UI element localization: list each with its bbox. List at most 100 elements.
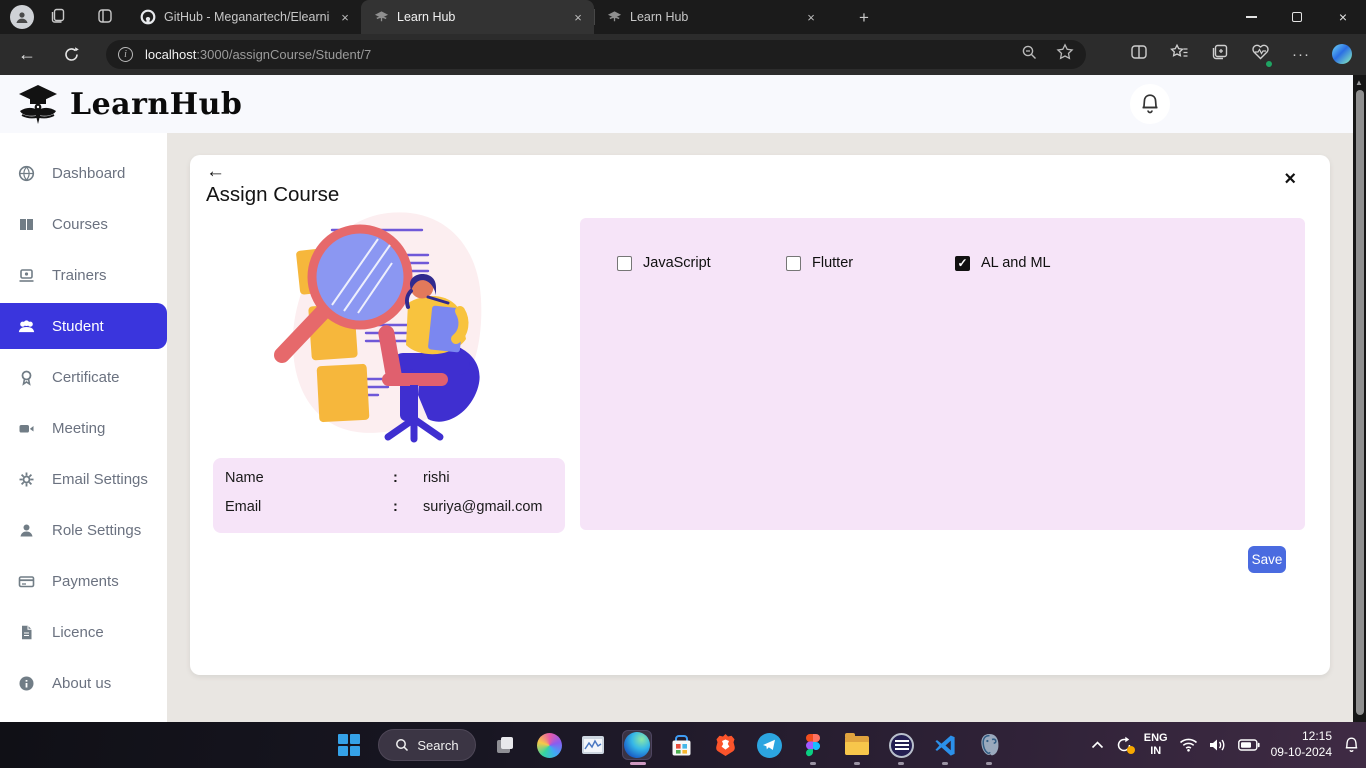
course-label: JavaScript: [643, 255, 711, 271]
taskbar-search[interactable]: Search: [378, 729, 476, 761]
github-icon: [140, 9, 156, 25]
postgresql-taskbar-button[interactable]: [974, 730, 1004, 760]
copilot-icon[interactable]: [1332, 44, 1352, 64]
scrollbar-thumb[interactable]: [1356, 90, 1364, 715]
tray-time: 12:15: [1271, 729, 1332, 745]
back-arrow-icon[interactable]: ←: [206, 161, 225, 183]
tray-chevron-up-icon[interactable]: [1091, 741, 1104, 749]
course-option-flutter[interactable]: Flutter: [786, 255, 853, 271]
sidebar-item-trainers[interactable]: Trainers: [0, 252, 167, 298]
sidebar-item-courses[interactable]: Courses: [0, 201, 167, 247]
bell-icon: [1138, 92, 1162, 116]
workspaces-icon[interactable]: [50, 7, 68, 25]
refresh-icon[interactable]: [56, 39, 86, 69]
telegram-icon: [757, 733, 782, 758]
course-option-al-and-ml[interactable]: AL and ML: [955, 255, 1051, 271]
checkbox-javascript[interactable]: [617, 256, 632, 271]
eclipse-taskbar-button[interactable]: [886, 730, 916, 760]
tab-github[interactable]: GitHub - Meganartech/Elearning_ ×: [128, 0, 361, 34]
update-alert-dot: [1127, 746, 1135, 754]
certificate-icon: [18, 369, 35, 386]
close-icon[interactable]: ×: [1284, 169, 1296, 189]
tab-close-icon[interactable]: ×: [337, 9, 353, 25]
sidebar-item-about-us[interactable]: About us: [0, 660, 167, 706]
split-screen-icon[interactable]: [1130, 43, 1148, 66]
sidebar-item-meeting[interactable]: Meeting: [0, 405, 167, 451]
taskbar: Search: [0, 722, 1366, 768]
save-button[interactable]: Save: [1248, 546, 1286, 573]
sidebar-item-dashboard[interactable]: Dashboard: [0, 150, 167, 196]
notification-bell-button[interactable]: [1130, 84, 1170, 124]
sidebar-item-certificate[interactable]: Certificate: [0, 354, 167, 400]
url-path: :3000/assignCourse/Student/7: [196, 47, 371, 62]
essentials-status-dot: [1265, 60, 1273, 68]
info-icon: [18, 675, 35, 692]
address-bar[interactable]: i localhost:3000/assignCourse/Student/7: [106, 40, 1086, 69]
vscode-icon: [934, 734, 957, 757]
performance-monitor-button[interactable]: [578, 730, 608, 760]
file-explorer-button[interactable]: [842, 730, 872, 760]
browser-profile-icon[interactable]: [10, 5, 34, 29]
collections-icon[interactable]: [1211, 43, 1229, 66]
sidebar-item-payments[interactable]: Payments: [0, 558, 167, 604]
sidebar-item-label: Payments: [52, 573, 119, 590]
tab-learnhub-active[interactable]: Learn Hub ×: [361, 0, 594, 34]
zoom-search-icon[interactable]: [1021, 44, 1038, 66]
course-option-javascript[interactable]: JavaScript: [617, 255, 711, 271]
tab-close-icon[interactable]: ×: [803, 9, 819, 25]
document-icon: [18, 624, 35, 641]
sidebar-item-label: Meeting: [52, 420, 105, 437]
checkbox-al-and-ml[interactable]: [955, 256, 970, 271]
name-label: Name: [225, 470, 393, 486]
info-row-email: Email : suriya@gmail.com: [225, 499, 553, 515]
brand[interactable]: LearnHub: [14, 80, 242, 128]
site-info-icon[interactable]: i: [118, 47, 133, 62]
edge-taskbar-button[interactable]: [622, 730, 652, 760]
restore-button[interactable]: [1274, 0, 1320, 34]
browser-back-icon[interactable]: ←: [12, 39, 42, 69]
assign-course-card: ← Assign Course ×: [190, 155, 1330, 675]
close-button[interactable]: ×: [1320, 0, 1366, 34]
sidebar-item-licence[interactable]: Licence: [0, 609, 167, 655]
page-title: Assign Course: [206, 183, 339, 207]
learnhub-logo-icon: [14, 80, 62, 128]
notifications-bell-icon[interactable]: [1343, 736, 1360, 754]
clock[interactable]: 12:15 09-10-2024: [1271, 729, 1332, 760]
tab-actions-icon[interactable]: [96, 7, 114, 25]
page-scrollbar[interactable]: ▲: [1353, 75, 1366, 722]
battery-icon[interactable]: [1238, 739, 1260, 751]
folder-icon: [845, 736, 869, 755]
sidebar-item-email-settings[interactable]: Email Settings: [0, 456, 167, 502]
update-pending-icon[interactable]: [1115, 736, 1133, 754]
scroll-up-icon[interactable]: ▲: [1355, 78, 1363, 87]
sidebar-item-student[interactable]: Student: [0, 303, 167, 349]
minimize-button[interactable]: [1228, 0, 1274, 34]
task-view-button[interactable]: [490, 730, 520, 760]
copilot-taskbar-button[interactable]: [534, 730, 564, 760]
microsoft-store-button[interactable]: [666, 730, 696, 760]
favorites-icon[interactable]: [1170, 43, 1189, 66]
video-icon: [18, 420, 35, 437]
task-view-icon: [494, 734, 516, 756]
tab-close-icon[interactable]: ×: [570, 9, 586, 25]
browser-menu-icon[interactable]: ···: [1292, 46, 1310, 63]
language-indicator[interactable]: ENGIN: [1144, 732, 1168, 758]
page: Dashboard Courses Trainers Student Certi…: [0, 133, 1366, 722]
checkbox-flutter[interactable]: [786, 256, 801, 271]
learnhub-icon: [373, 9, 389, 25]
volume-icon[interactable]: [1209, 738, 1227, 752]
browser-essentials-icon[interactable]: [1251, 43, 1270, 66]
vscode-taskbar-button[interactable]: [930, 730, 960, 760]
trainer-icon: [18, 267, 35, 284]
tab-learnhub[interactable]: Learn Hub ×: [594, 0, 827, 34]
start-button[interactable]: [334, 730, 364, 760]
browser-tabstrip: GitHub - Meganartech/Elearning_ × Learn …: [0, 0, 1366, 34]
favorite-star-icon[interactable]: [1056, 43, 1074, 66]
telegram-taskbar-button[interactable]: [754, 730, 784, 760]
new-tab-button[interactable]: +: [852, 6, 876, 30]
students-icon: [18, 318, 35, 335]
brave-taskbar-button[interactable]: [710, 730, 740, 760]
sidebar-item-role-settings[interactable]: Role Settings: [0, 507, 167, 553]
wifi-icon[interactable]: [1179, 738, 1198, 752]
figma-taskbar-button[interactable]: [798, 730, 828, 760]
